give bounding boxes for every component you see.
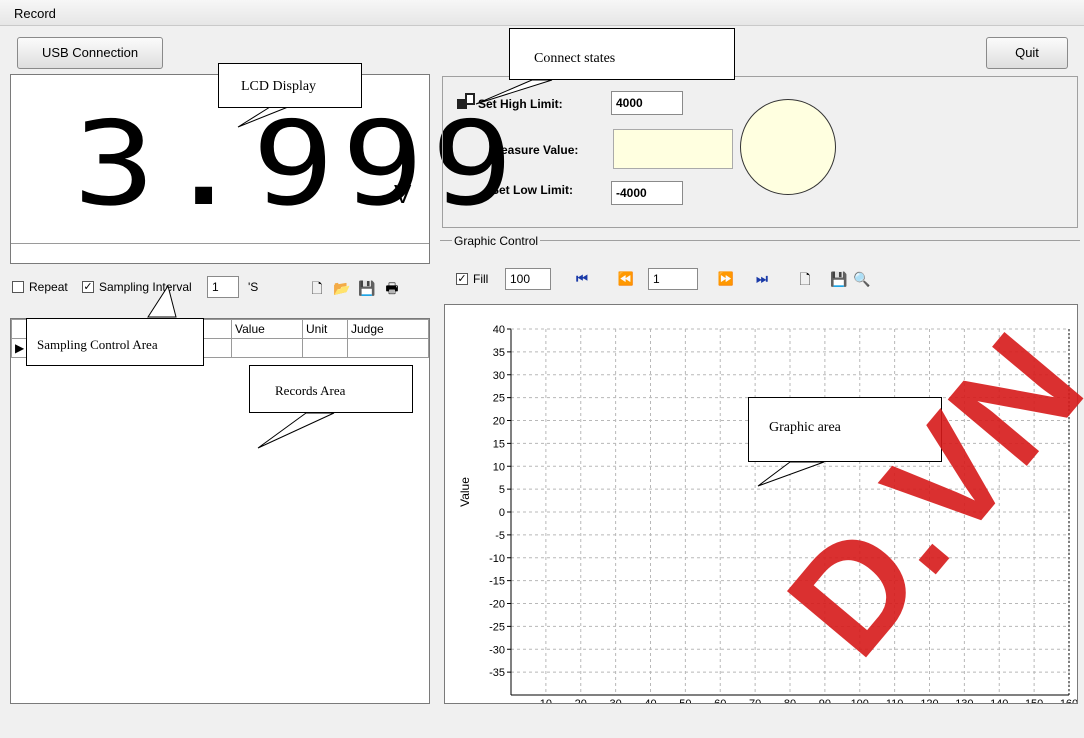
connect-states-callout: Connect states [509, 28, 735, 80]
callout-pointers [147, 79, 825, 487]
sampling-control-callout: Sampling Control Area [26, 318, 204, 366]
graphic-area-callout: Graphic area [748, 397, 942, 462]
records-area-callout: Records Area [249, 365, 413, 413]
lcd-display-callout: LCD Display [218, 63, 362, 108]
